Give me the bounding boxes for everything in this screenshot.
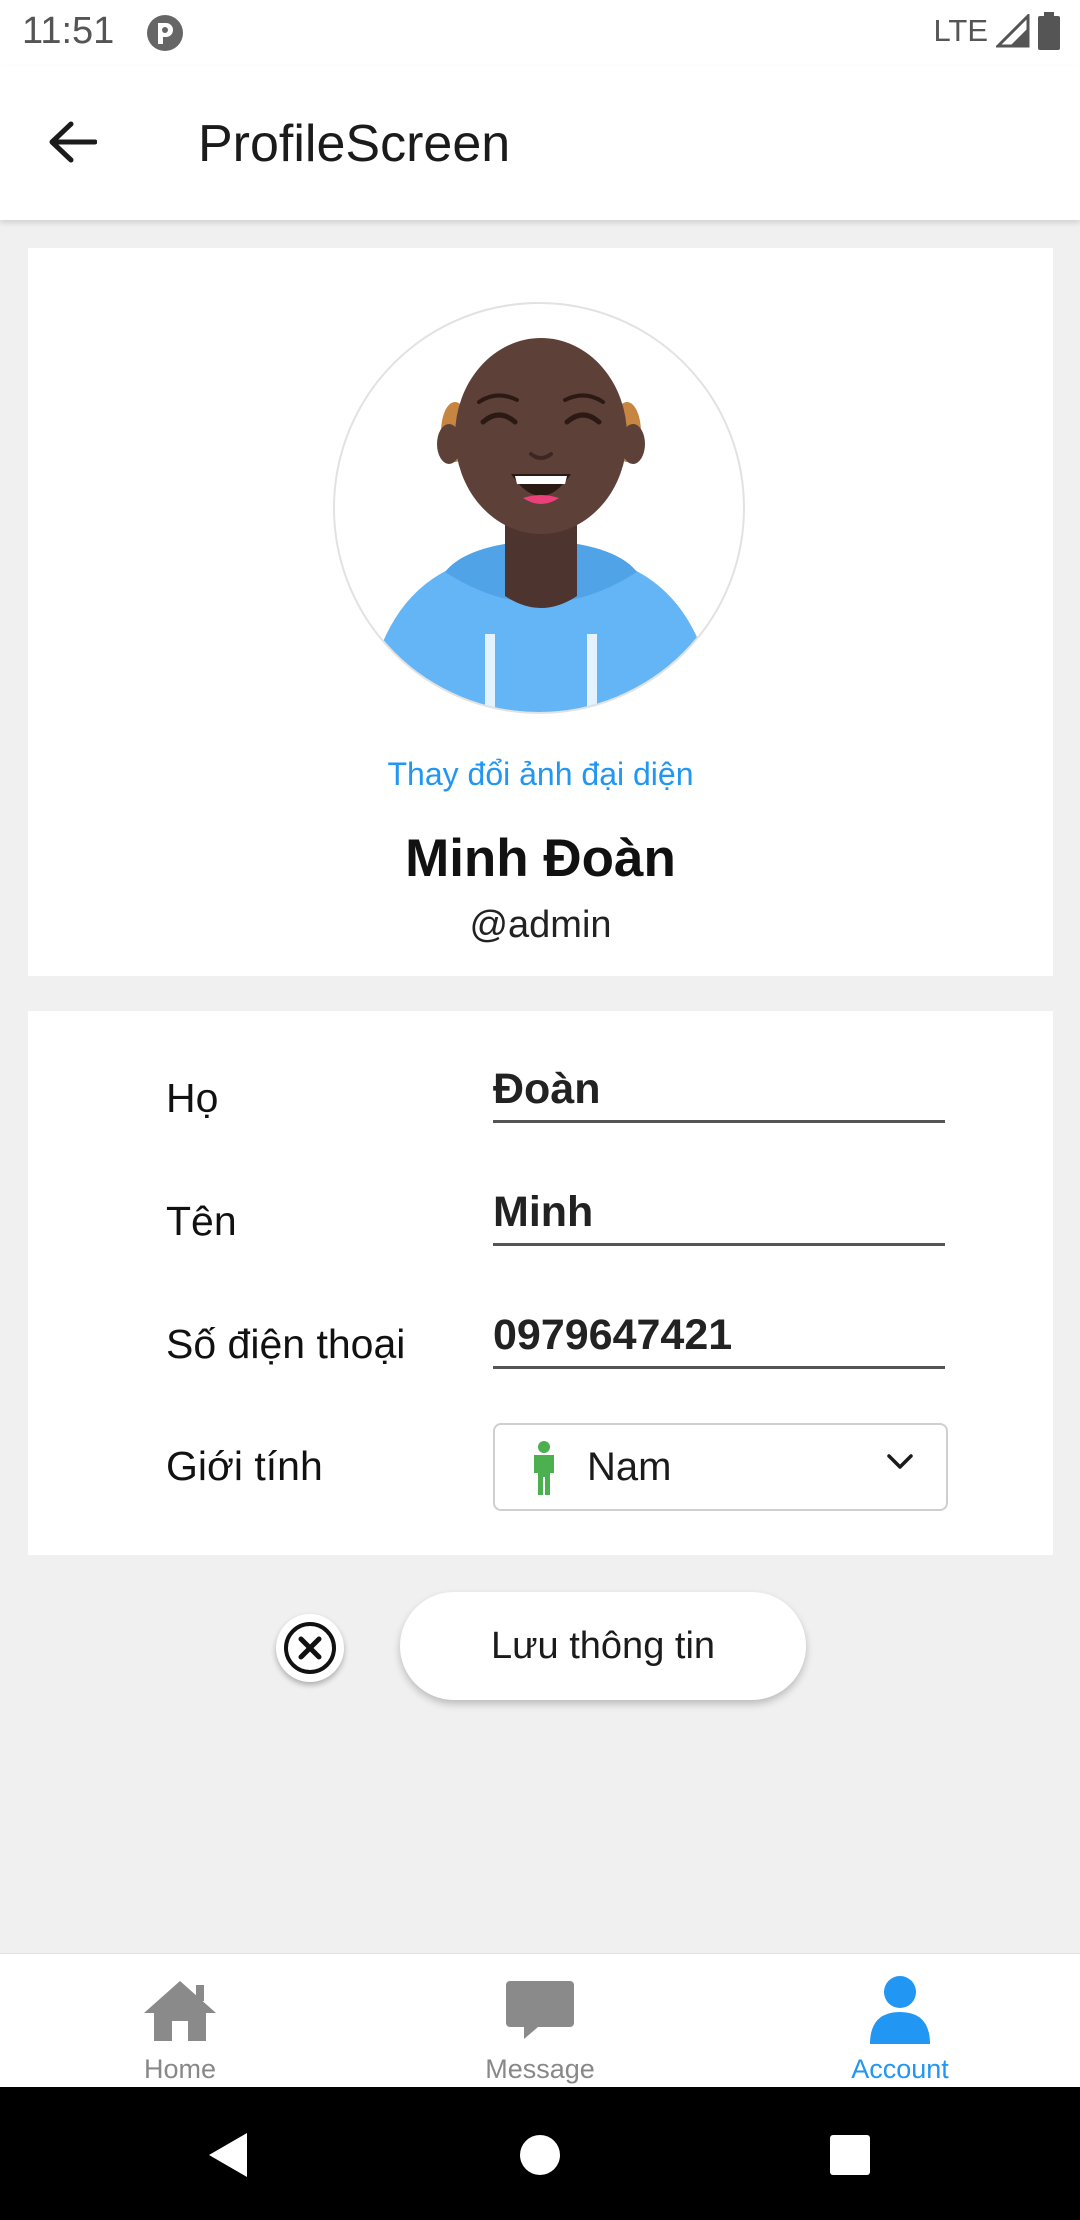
home-icon [138, 1974, 222, 2046]
last-name-input[interactable]: Đoàn [493, 1059, 945, 1123]
profile-full-name: Minh Đoàn [405, 829, 676, 888]
profile-username: @admin [469, 904, 612, 946]
form-row-gender: Giới tính Nam [166, 1423, 948, 1519]
male-person-icon [534, 1441, 554, 1495]
change-avatar-link[interactable]: Thay đổi ảnh đại diện [28, 756, 1053, 793]
gender-select[interactable]: Nam [493, 1423, 948, 1511]
gender-selected-value: Nam [587, 1445, 672, 1489]
status-right: LTE [933, 12, 1060, 50]
battery-icon [1038, 12, 1060, 50]
system-back-button[interactable] [196, 2123, 260, 2187]
bottom-nav: Home Message Account [0, 1953, 1080, 2087]
avatar[interactable] [333, 302, 745, 714]
network-type: LTE [933, 13, 988, 48]
system-recents-button[interactable] [818, 2123, 882, 2187]
phone-input[interactable]: 0979647421 [493, 1305, 945, 1369]
signal-icon [996, 14, 1030, 48]
status-time: 11:51 [22, 10, 115, 52]
nav-label-home: Home [143, 2054, 217, 2084]
save-info-button[interactable]: Lưu thông tin [400, 1592, 806, 1700]
first-name-label: Tên [166, 1198, 237, 1244]
form-row-phone: Số điện thoại 0979647421 [166, 1301, 946, 1397]
arrow-back-icon [49, 121, 97, 163]
nav-item-home[interactable]: Home [0, 1954, 360, 2088]
profile-form-card: Họ Đoàn Tên Minh Số điện thoại 097964742… [28, 1011, 1053, 1555]
system-nav-bar [0, 2087, 1080, 2220]
status-bar: 11:51 LTE [0, 0, 1080, 66]
chat-icon [498, 1974, 582, 2046]
account-icon [858, 1974, 942, 2046]
first-name-input[interactable]: Minh [493, 1182, 945, 1246]
page-title: ProfileScreen [198, 115, 511, 173]
app-notification-icon [147, 15, 183, 51]
profile-card: Thay đổi ảnh đại diện Minh Đoàn @admin [28, 248, 1053, 976]
app-bar: ProfileScreen [0, 66, 1080, 220]
phone-label: Số điện thoại [166, 1321, 406, 1367]
nav-item-message[interactable]: Message [360, 1954, 720, 2088]
form-row-last-name: Họ Đoàn [166, 1055, 946, 1151]
form-row-first-name: Tên Minh [166, 1178, 946, 1274]
nav-item-account[interactable]: Account [720, 1954, 1080, 2088]
nav-label-message: Message [485, 2054, 595, 2084]
nav-label-account: Account [851, 2054, 949, 2084]
back-button[interactable] [36, 112, 108, 172]
close-circle-icon [284, 1622, 336, 1674]
system-home-button[interactable] [508, 2123, 572, 2187]
avatar-illustration [375, 338, 707, 712]
gender-label: Giới tính [166, 1443, 323, 1489]
triangle-back-icon [209, 2133, 247, 2177]
square-recents-icon [830, 2135, 870, 2175]
chevron-down-icon [887, 1454, 913, 1469]
last-name-label: Họ [166, 1075, 219, 1121]
circle-home-icon [520, 2135, 560, 2175]
cancel-button[interactable] [276, 1614, 344, 1682]
